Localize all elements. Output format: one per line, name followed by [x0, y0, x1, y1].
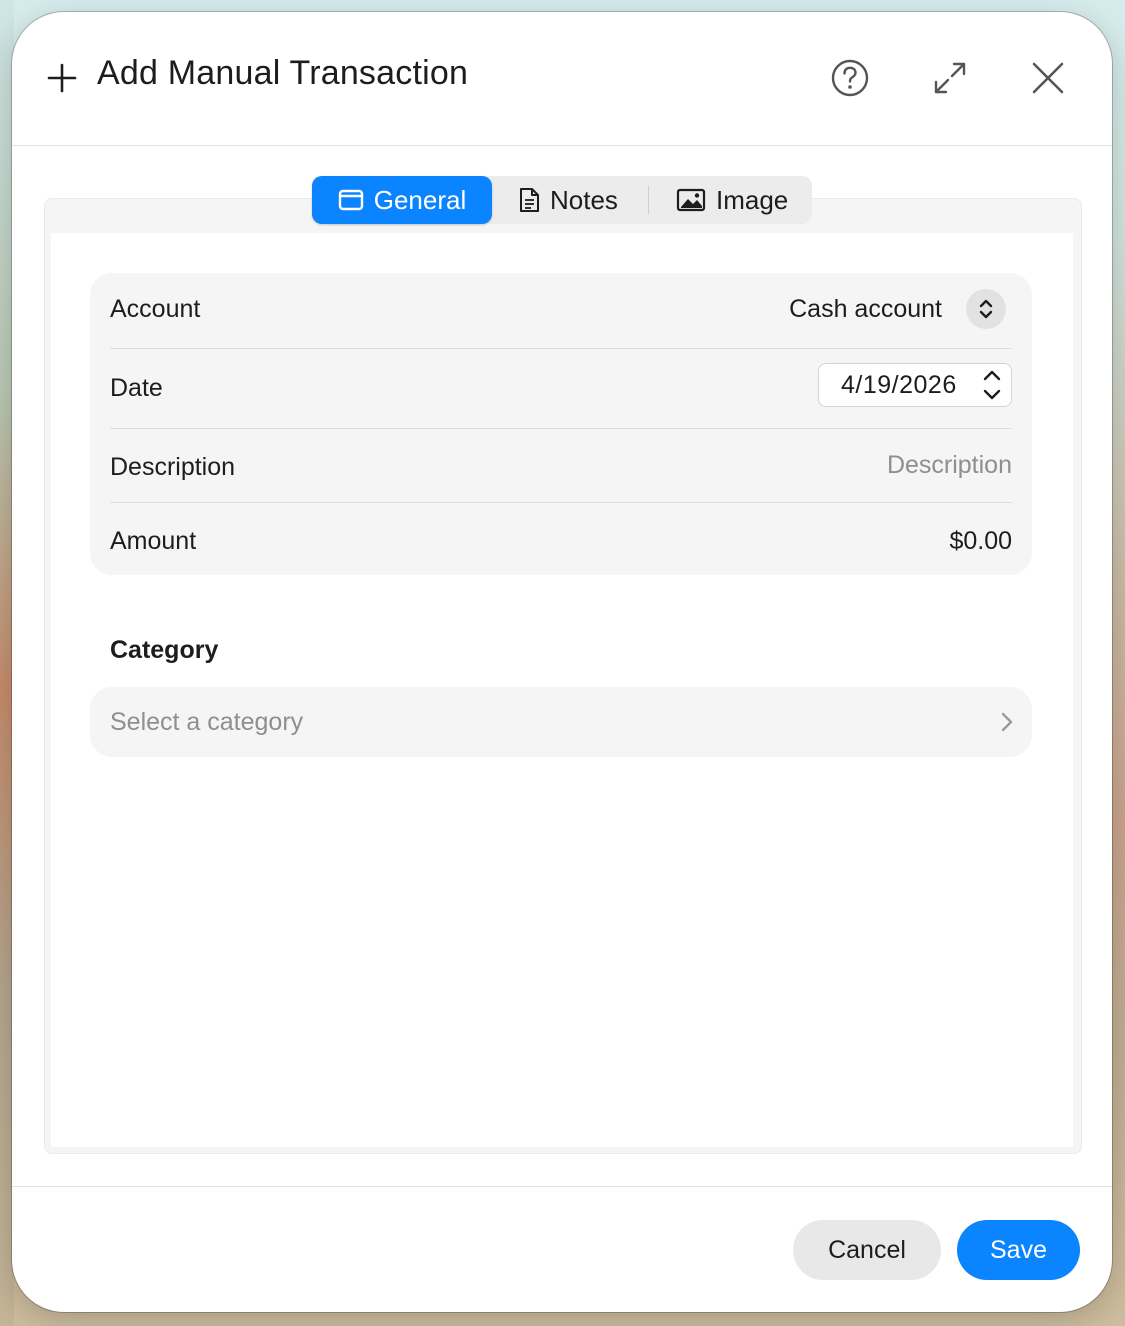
account-row: Account Cash account: [110, 273, 1012, 348]
tab-notes-label: Notes: [550, 184, 618, 215]
plus-icon: [47, 63, 77, 93]
photo-icon: [676, 188, 706, 212]
close-button[interactable]: [1026, 56, 1070, 100]
category-placeholder: Select a category: [110, 708, 304, 736]
dialog-title: Add Manual Transaction: [97, 54, 469, 92]
account-select-value[interactable]: Cash account: [789, 295, 942, 324]
date-picker[interactable]: 4/19/2026: [818, 363, 1012, 407]
help-button[interactable]: [828, 56, 872, 100]
footer-divider: [12, 1186, 1112, 1187]
chevron-up-down-icon: [979, 299, 993, 319]
tab-image-label: Image: [716, 184, 789, 215]
description-label: Description: [110, 453, 236, 481]
add-transaction-dialog: Add Manual Transaction General Notes Ima…: [12, 12, 1112, 1312]
date-stepper-icon[interactable]: [981, 367, 1003, 403]
close-icon: [1032, 62, 1064, 94]
account-label: Account: [110, 295, 201, 323]
tab-image[interactable]: Image: [676, 176, 788, 224]
tab-general-label: General: [373, 184, 467, 215]
tab-divider: [648, 186, 649, 214]
chevron-right-icon: [1001, 712, 1013, 732]
description-field[interactable]: [612, 448, 1012, 482]
amount-label: Amount: [110, 527, 197, 555]
document-icon: [520, 188, 539, 212]
date-value[interactable]: 4/19/2026: [841, 371, 957, 400]
date-row: Date 4/19/2026: [110, 349, 1012, 428]
expand-button[interactable]: [928, 56, 972, 100]
account-select-button[interactable]: [966, 289, 1006, 329]
transaction-form-card: Account Cash account Date 4/19/2026 Desc…: [90, 273, 1032, 575]
amount-field[interactable]: $0.00: [949, 527, 1012, 556]
amount-row: Amount $0.00: [110, 503, 1012, 575]
tab-notes[interactable]: Notes: [518, 176, 618, 224]
description-row: Description: [110, 429, 1012, 502]
category-select[interactable]: Select a category: [90, 687, 1032, 757]
save-button[interactable]: Save: [957, 1220, 1080, 1280]
category-heading: Category: [110, 636, 219, 664]
cancel-button[interactable]: Cancel: [793, 1220, 941, 1280]
tab-bar: General Notes Image: [312, 176, 812, 224]
tab-general[interactable]: General: [312, 176, 492, 224]
help-circle-icon: [831, 59, 869, 97]
window-icon: [338, 189, 363, 211]
dialog-header: Add Manual Transaction: [12, 12, 1112, 146]
date-label: Date: [110, 374, 163, 402]
expand-icon: [934, 62, 966, 94]
